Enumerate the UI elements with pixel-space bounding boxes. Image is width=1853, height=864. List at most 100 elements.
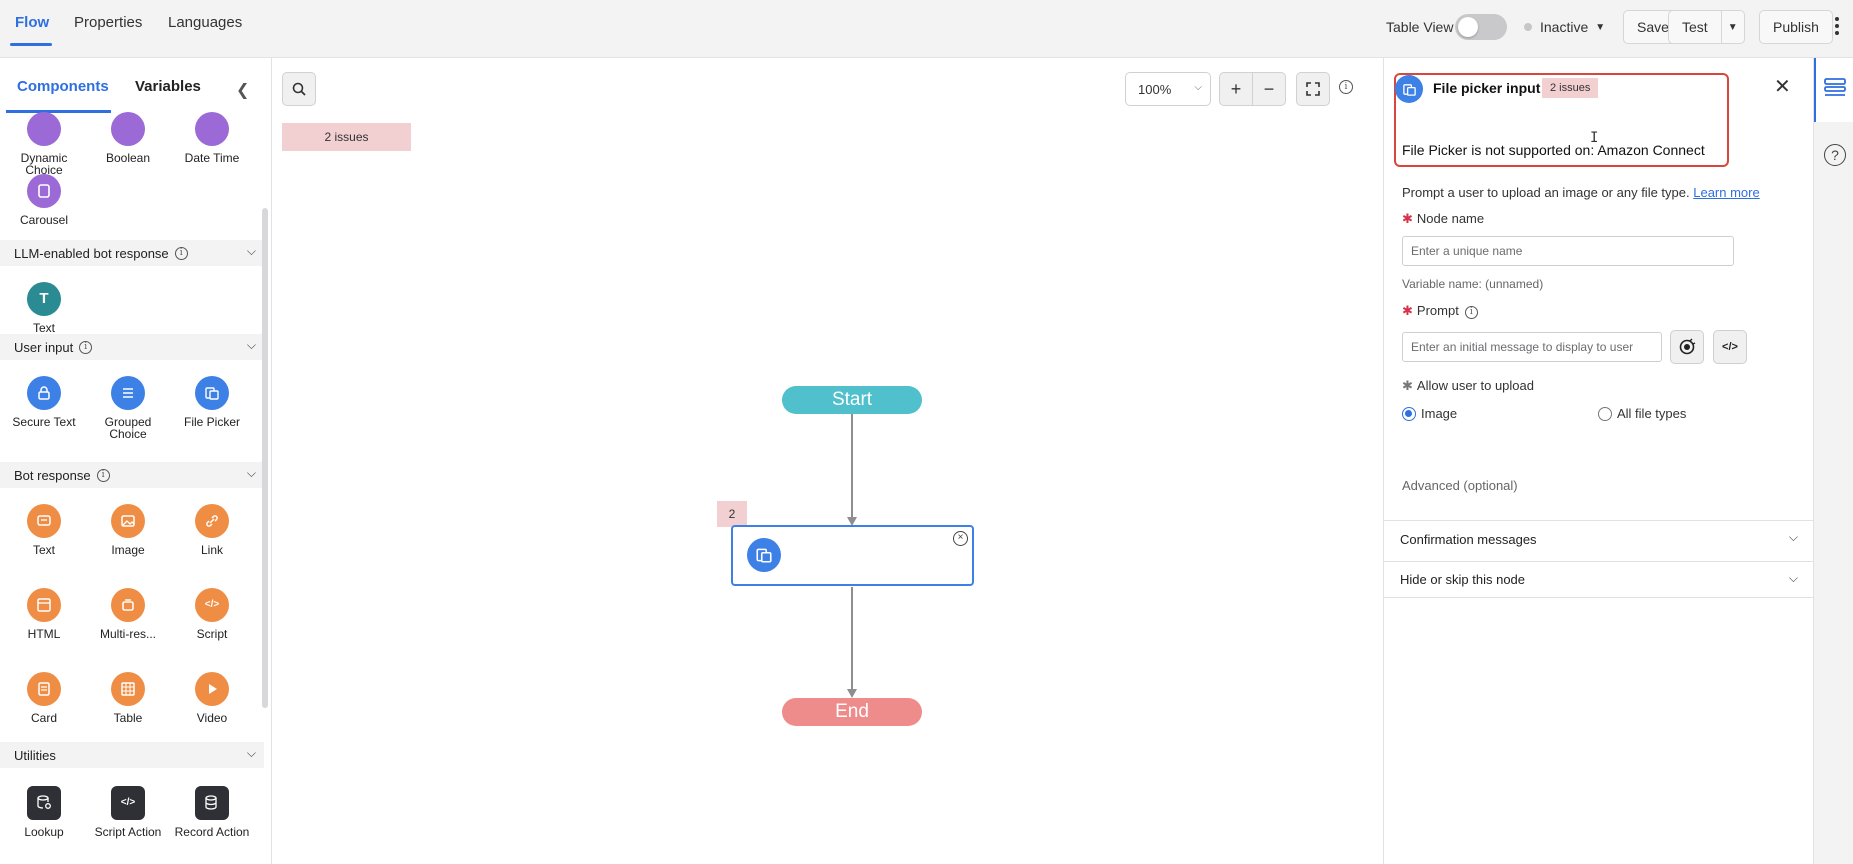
chevron-down-icon: ⌵ — [246, 338, 256, 352]
calendar-icon — [195, 112, 229, 146]
component-lookup[interactable]: Lookup — [4, 786, 84, 838]
component-label: Link — [200, 543, 223, 557]
component-script-action[interactable]: </> Script Action — [88, 786, 168, 838]
component-label: Script — [196, 627, 228, 641]
component-dynamic-choice[interactable]: Dynamic Choice — [4, 112, 84, 176]
node-name-input[interactable] — [1402, 236, 1734, 266]
remove-node-icon[interactable]: × — [953, 531, 968, 546]
status-dropdown[interactable]: Inactive ▼ — [1524, 10, 1605, 44]
boolean-icon — [111, 112, 145, 146]
component-label: Image — [111, 543, 145, 557]
learn-more-link[interactable]: Learn more — [1693, 185, 1759, 200]
search-button[interactable] — [282, 72, 316, 106]
fit-to-screen-button[interactable] — [1296, 72, 1330, 106]
component-table[interactable]: Table — [88, 672, 168, 724]
asterisk-icon: ✱ — [1402, 378, 1413, 393]
advanced-optional-toggle[interactable]: Advanced (optional) — [1402, 478, 1518, 493]
component-secure-text[interactable]: Secure Text — [4, 376, 84, 428]
component-label: File Picker — [183, 415, 240, 429]
script-action-icon: </> — [111, 786, 145, 820]
arrow-head-icon — [847, 689, 857, 698]
test-dropdown-button[interactable]: ▼ — [1721, 10, 1745, 44]
section-user-input[interactable]: User input i ⌵ — [0, 334, 264, 360]
component-date-time[interactable]: Date Time — [172, 112, 252, 164]
component-llm-text[interactable]: T Text — [4, 282, 84, 334]
file-picker-icon — [747, 538, 781, 572]
active-tab-indicator — [6, 110, 111, 113]
code-editor-button[interactable]: </> — [1713, 330, 1747, 364]
component-link[interactable]: Link — [172, 504, 252, 556]
radio-image[interactable]: Image — [1402, 406, 1457, 421]
component-script[interactable]: </> Script — [172, 588, 252, 640]
info-icon[interactable]: i — [96, 468, 110, 482]
component-label: Carousel — [19, 213, 69, 227]
multi-response-icon — [111, 588, 145, 622]
zoom-out-button[interactable]: − — [1252, 72, 1286, 106]
ai-sparkle-icon — [1679, 338, 1696, 355]
end-node[interactable]: End — [782, 698, 922, 726]
section-bot-response[interactable]: Bot response i ⌵ — [0, 462, 264, 488]
table-view-toggle[interactable] — [1455, 14, 1507, 40]
panel-scrollbar[interactable] — [262, 208, 268, 708]
info-icon[interactable]: i — [1339, 80, 1353, 94]
info-icon[interactable]: i — [174, 246, 188, 260]
error-message: File Picker is not supported on: Amazon … — [1402, 142, 1705, 158]
chevron-down-icon: ⌵ — [246, 244, 256, 258]
accordion-hide-or-skip[interactable]: Hide or skip this node ⌵ — [1384, 561, 1814, 598]
issues-banner[interactable]: 2 issues — [282, 123, 411, 151]
component-file-picker[interactable]: File Picker — [172, 376, 252, 428]
flow-canvas[interactable]: 100% ⌵ + − i 2 issues Start 2 × End — [272, 58, 1382, 864]
chevron-down-icon: ⌵ — [246, 746, 256, 760]
close-icon[interactable]: ✕ — [1774, 74, 1791, 99]
properties-panel-icon[interactable] — [1824, 77, 1846, 99]
node-issue-badge[interactable]: 2 — [717, 501, 747, 527]
collapse-panel-icon[interactable]: ❮ — [236, 80, 249, 100]
card-icon — [27, 672, 61, 706]
component-image[interactable]: Image — [88, 504, 168, 556]
file-picker-node[interactable]: × — [731, 525, 974, 586]
component-record-action[interactable]: Record Action — [172, 786, 252, 838]
help-icon[interactable]: ? — [1824, 144, 1846, 166]
right-rail: ? — [1813, 58, 1853, 864]
publish-button[interactable]: Publish — [1759, 10, 1833, 44]
component-multi-response[interactable]: Multi-res... — [88, 588, 168, 640]
component-label: Grouped Choice — [104, 415, 152, 441]
chevron-down-icon: ⌵ — [246, 466, 256, 480]
component-carousel[interactable]: Carousel — [4, 174, 84, 226]
component-video[interactable]: Video — [172, 672, 252, 724]
component-boolean[interactable]: Boolean — [88, 112, 168, 164]
edge-start-to-node — [851, 414, 853, 518]
zoom-select[interactable]: 100% ⌵ — [1125, 72, 1211, 106]
zoom-in-button[interactable]: + — [1219, 72, 1253, 106]
dynamic-choice-icon — [27, 112, 61, 146]
section-llm-bot-response[interactable]: LLM-enabled bot response i ⌵ — [0, 240, 264, 266]
tab-variables[interactable]: Variables — [135, 78, 201, 95]
plus-icon: + — [1230, 78, 1242, 99]
radio-all-file-types[interactable]: All file types — [1598, 406, 1686, 421]
component-grouped-choice[interactable]: Grouped Choice — [88, 376, 168, 440]
accordion-confirmation-messages[interactable]: Confirmation messages ⌵ — [1384, 520, 1814, 557]
component-html[interactable]: HTML — [4, 588, 84, 640]
issues-badge[interactable]: 2 issues — [1542, 78, 1599, 98]
tab-languages[interactable]: Languages — [168, 14, 242, 31]
tab-flow[interactable]: Flow — [15, 14, 49, 31]
text-llm-icon: T — [27, 282, 61, 316]
allow-upload-label: ✱ Allow user to upload — [1402, 378, 1534, 393]
component-label: Text — [32, 321, 55, 335]
info-icon[interactable]: i — [79, 340, 93, 354]
grouped-choice-icon — [111, 376, 145, 410]
start-node[interactable]: Start — [782, 386, 922, 414]
component-label: Secure Text — [12, 415, 76, 429]
section-title: Bot response — [14, 467, 91, 483]
component-text[interactable]: Text — [4, 504, 84, 556]
ai-assist-button[interactable] — [1670, 330, 1704, 364]
section-utilities[interactable]: Utilities ⌵ — [0, 742, 264, 768]
info-icon[interactable]: i — [1464, 306, 1478, 319]
tab-properties[interactable]: Properties — [74, 14, 142, 31]
test-button[interactable]: Test — [1668, 10, 1722, 44]
more-options-icon[interactable] — [1835, 17, 1839, 38]
component-card[interactable]: Card — [4, 672, 84, 724]
prompt-input[interactable] — [1402, 332, 1662, 362]
tab-components[interactable]: Components — [17, 78, 109, 95]
code-icon: </> — [1722, 341, 1738, 353]
